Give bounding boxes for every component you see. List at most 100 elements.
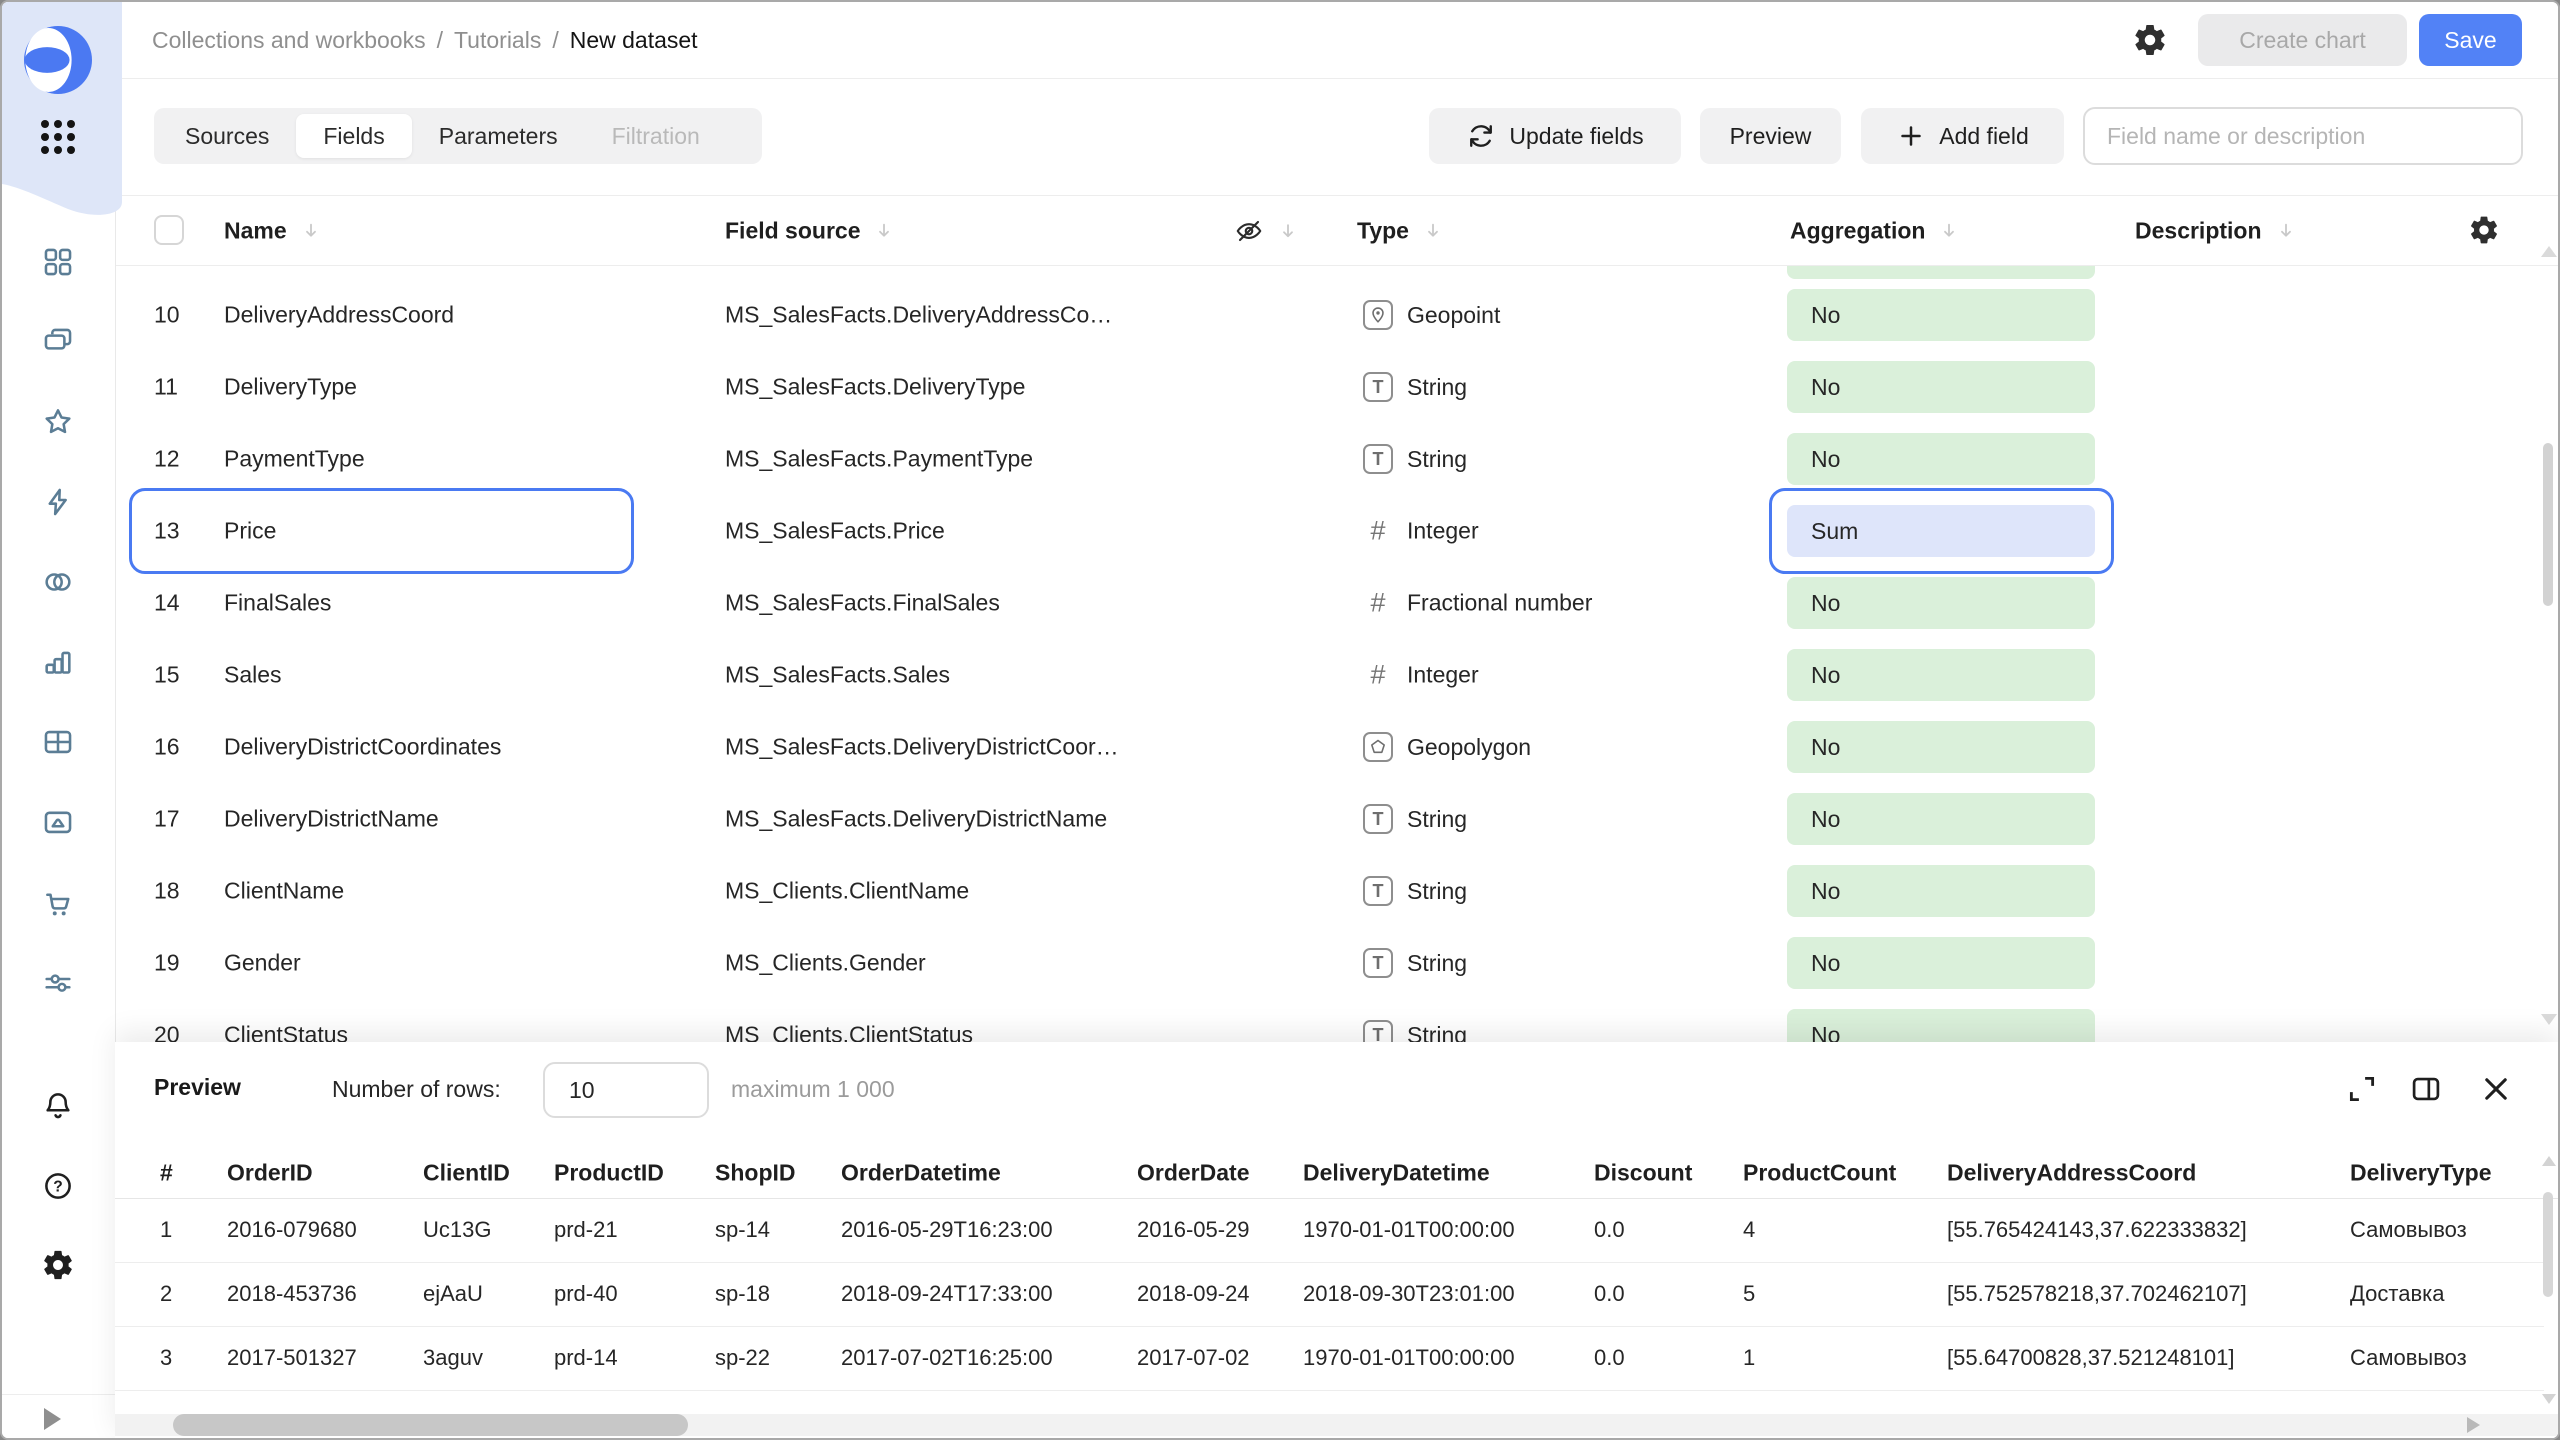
dataset-settings-gear-icon[interactable] xyxy=(2132,22,2168,58)
split-view-icon[interactable] xyxy=(2409,1072,2443,1106)
field-row[interactable]: 16 DeliveryDistrictCoordinates MS_SalesF… xyxy=(115,711,2558,783)
cart-icon[interactable] xyxy=(41,886,75,920)
save-button[interactable]: Save xyxy=(2419,14,2522,66)
aggregation-select[interactable]: No xyxy=(1787,361,2095,413)
field-search-input[interactable] xyxy=(2083,107,2523,165)
field-name[interactable]: Sales xyxy=(224,662,282,689)
field-row[interactable]: 17 DeliveryDistrictName MS_SalesFacts.De… xyxy=(115,783,2558,855)
field-type[interactable]: Geopolygon xyxy=(1363,732,1531,762)
field-type-label: String xyxy=(1407,374,1467,401)
field-name[interactable]: PaymentType xyxy=(224,446,365,473)
help-icon[interactable] xyxy=(41,1169,75,1203)
aggregation-select[interactable]: No xyxy=(1787,937,2095,989)
sliders-icon[interactable] xyxy=(41,966,75,1000)
table-settings-gear-icon[interactable] xyxy=(2468,214,2500,246)
field-name[interactable]: ClientName xyxy=(224,878,344,905)
field-type[interactable]: #Integer xyxy=(1363,516,1479,547)
create-chart-button[interactable]: Create chart xyxy=(2198,14,2407,66)
field-type[interactable]: TString xyxy=(1363,444,1467,474)
field-name[interactable]: Price xyxy=(224,518,276,545)
field-type[interactable]: TString xyxy=(1363,372,1467,402)
column-header-description[interactable]: Description xyxy=(2135,217,2296,244)
column-header-aggregation[interactable]: Aggregation xyxy=(1790,217,1959,244)
field-type-label: Integer xyxy=(1407,662,1479,689)
column-header-name[interactable]: Name xyxy=(224,217,321,244)
preview-button[interactable]: Preview xyxy=(1700,108,1841,164)
bell-icon[interactable] xyxy=(41,1089,75,1123)
preview-horizontal-scrollbar-thumb[interactable] xyxy=(173,1414,688,1436)
field-type[interactable]: TString xyxy=(1363,876,1467,906)
update-fields-button[interactable]: Update fields xyxy=(1429,108,1681,164)
folder-icon[interactable] xyxy=(41,805,75,839)
apps-grid-icon[interactable] xyxy=(41,120,75,154)
breadcrumb-item[interactable]: Collections and workbooks xyxy=(152,27,426,54)
field-name[interactable]: DeliveryDistrictCoordinates xyxy=(224,734,501,761)
column-header-hidden[interactable] xyxy=(1234,216,1298,246)
scroll-right-arrow-icon[interactable] xyxy=(2467,1417,2480,1433)
preview-cell: [55.765424143,37.622333832] xyxy=(1947,1217,2247,1243)
preview-vertical-scrollbar[interactable] xyxy=(2543,1192,2553,1297)
expand-preview-icon[interactable] xyxy=(2345,1072,2379,1106)
scroll-up-arrow-icon[interactable] xyxy=(2541,246,2557,257)
field-name[interactable]: DeliveryType xyxy=(224,374,357,401)
breadcrumb-item[interactable]: Tutorials xyxy=(454,27,541,54)
tab-parameters[interactable]: Parameters xyxy=(412,114,585,158)
field-name[interactable]: DeliveryAddressCoord xyxy=(224,302,454,329)
field-name[interactable]: DeliveryDistrictName xyxy=(224,806,439,833)
tab-sources[interactable]: Sources xyxy=(158,114,296,158)
field-row[interactable]: 13 Price MS_SalesFacts.Price #Integer Su… xyxy=(115,495,2558,567)
column-header-field-source[interactable]: Field source xyxy=(725,217,894,244)
field-source: MS_SalesFacts.Sales xyxy=(725,662,950,689)
fields-vertical-scrollbar[interactable] xyxy=(2543,443,2553,606)
field-type[interactable]: Geopoint xyxy=(1363,300,1500,330)
field-row[interactable]: 14 FinalSales MS_SalesFacts.FinalSales #… xyxy=(115,567,2558,639)
string-type-icon: T xyxy=(1363,1020,1393,1042)
field-type[interactable]: #Fractional number xyxy=(1363,588,1592,619)
field-type[interactable]: #Integer xyxy=(1363,660,1479,691)
number-of-rows-input[interactable] xyxy=(543,1062,709,1118)
field-row[interactable]: 11 DeliveryType MS_SalesFacts.DeliveryTy… xyxy=(115,351,2558,423)
aggregation-select[interactable]: No xyxy=(1787,721,2095,773)
field-type[interactable]: TString xyxy=(1363,1020,1467,1042)
preview-column-header: Discount xyxy=(1594,1160,1692,1187)
field-type[interactable]: TString xyxy=(1363,804,1467,834)
layers-icon[interactable] xyxy=(41,325,75,359)
expand-sidebar-icon[interactable] xyxy=(44,1408,61,1430)
aggregation-select[interactable]: Sum xyxy=(1787,505,2095,557)
column-header-type[interactable]: Type xyxy=(1357,217,1443,244)
grid-squares-icon[interactable] xyxy=(41,245,75,279)
description-header-label: Description xyxy=(2135,217,2262,244)
string-type-icon: T xyxy=(1363,876,1393,906)
field-row[interactable]: 10 DeliveryAddressCoord MS_SalesFacts.De… xyxy=(115,279,2558,351)
star-icon[interactable] xyxy=(41,405,75,439)
aggregation-select[interactable]: No xyxy=(1787,793,2095,845)
preview-scroll-down-arrow-icon[interactable] xyxy=(2542,1394,2556,1404)
preview-scroll-up-arrow-icon[interactable] xyxy=(2542,1156,2556,1166)
select-all-checkbox[interactable] xyxy=(154,215,184,245)
field-name[interactable]: Gender xyxy=(224,950,301,977)
bar-chart-icon[interactable] xyxy=(41,645,75,679)
close-preview-icon[interactable] xyxy=(2479,1072,2513,1106)
aggregation-select[interactable]: No xyxy=(1787,865,2095,917)
datalens-logo[interactable] xyxy=(24,26,92,94)
table-icon[interactable] xyxy=(41,725,75,759)
field-name[interactable]: FinalSales xyxy=(224,590,331,617)
field-row[interactable]: 19 Gender MS_Clients.Gender TString No xyxy=(115,927,2558,999)
field-name[interactable]: ClientStatus xyxy=(224,1022,348,1043)
lightning-icon[interactable] xyxy=(41,485,75,519)
tab-fields[interactable]: Fields xyxy=(296,114,411,158)
scroll-down-arrow-icon[interactable] xyxy=(2541,1014,2557,1025)
field-row[interactable]: 15 Sales MS_SalesFacts.Sales #Integer No xyxy=(115,639,2558,711)
aggregation-select[interactable]: No xyxy=(1787,433,2095,485)
aggregation-select[interactable]: No xyxy=(1787,289,2095,341)
field-type[interactable]: TString xyxy=(1363,948,1467,978)
add-field-button[interactable]: Add field xyxy=(1861,108,2064,164)
circles-icon[interactable] xyxy=(41,565,75,599)
field-row[interactable]: 20 ClientStatus MS_Clients.ClientStatus … xyxy=(115,999,2558,1042)
aggregation-select[interactable]: No xyxy=(1787,1009,2095,1042)
field-row[interactable]: 18 ClientName MS_Clients.ClientName TStr… xyxy=(115,855,2558,927)
field-row[interactable]: 12 PaymentType MS_SalesFacts.PaymentType… xyxy=(115,423,2558,495)
aggregation-select[interactable]: No xyxy=(1787,577,2095,629)
gear-icon[interactable] xyxy=(41,1248,75,1282)
aggregation-select[interactable]: No xyxy=(1787,649,2095,701)
